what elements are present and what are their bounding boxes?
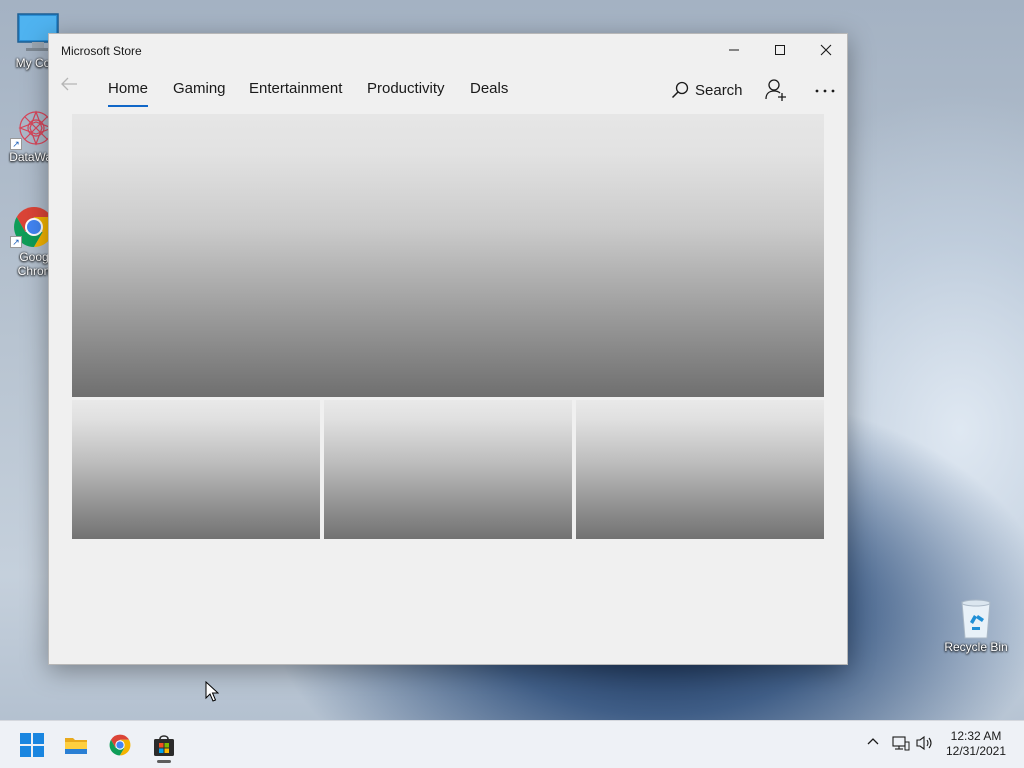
add-account-icon: [765, 79, 786, 101]
clock-time: 12:32 AM: [950, 729, 1002, 743]
microsoft-store-window: Microsoft Store Home Gaming Entertainmen…: [48, 33, 848, 665]
back-button[interactable]: [59, 74, 79, 94]
network-icon[interactable]: [892, 735, 910, 751]
microsoft-store-icon: [154, 735, 174, 756]
desktop-icon-label: Recycle Bin: [944, 640, 1008, 654]
taskbar: 12:32 AM 12/31/2021: [0, 720, 1024, 768]
recycle-bin-icon: [961, 599, 991, 639]
featured-tile-placeholder[interactable]: [576, 400, 824, 539]
tab-deals[interactable]: Deals: [470, 80, 508, 105]
maximize-icon: [775, 45, 785, 55]
desktop-icon-recycle-bin[interactable]: Recycle Bin: [938, 598, 1014, 654]
taskbar-microsoft-store[interactable]: [146, 727, 182, 763]
account-button[interactable]: [765, 78, 787, 102]
shortcut-arrow-icon: ↗: [10, 138, 22, 150]
minimize-button[interactable]: [711, 34, 757, 66]
more-options-button[interactable]: [813, 81, 837, 101]
file-explorer-icon: [65, 738, 87, 754]
tab-gaming[interactable]: Gaming: [173, 80, 226, 105]
start-button[interactable]: [14, 727, 50, 763]
taskbar-chrome[interactable]: [102, 727, 138, 763]
active-app-indicator: [157, 760, 171, 763]
clock-date: 12/31/2021: [945, 744, 1007, 758]
maximize-button[interactable]: [757, 34, 803, 66]
close-button[interactable]: [803, 34, 849, 66]
tab-home[interactable]: Home: [108, 80, 149, 107]
close-icon: [820, 44, 832, 56]
store-nav-bar: Home Gaming Entertainment Productivity D…: [49, 66, 847, 114]
tab-entertainment[interactable]: Entertainment: [249, 80, 342, 105]
back-arrow-icon: [61, 77, 77, 91]
mouse-cursor-icon: [205, 681, 219, 702]
volume-icon[interactable]: [916, 735, 934, 751]
hero-banner-placeholder[interactable]: [72, 114, 824, 397]
clock[interactable]: 12:32 AM 12/31/2021: [938, 729, 1014, 759]
windows-start-icon: [20, 733, 44, 757]
chrome-icon: [109, 734, 131, 756]
chevron-up-icon[interactable]: [866, 735, 880, 749]
taskbar-file-explorer[interactable]: [58, 727, 94, 763]
shortcut-arrow-icon: ↗: [10, 236, 22, 248]
featured-tile-placeholder[interactable]: [324, 400, 572, 539]
search-icon: [671, 81, 689, 99]
tab-productivity[interactable]: Productivity: [367, 80, 445, 105]
window-title: Microsoft Store: [61, 44, 142, 58]
title-bar[interactable]: Microsoft Store: [49, 34, 847, 66]
more-dots-icon: [815, 89, 835, 93]
featured-tile-placeholder[interactable]: [72, 400, 320, 539]
search-label: Search: [695, 82, 743, 99]
minimize-icon: [729, 49, 739, 51]
